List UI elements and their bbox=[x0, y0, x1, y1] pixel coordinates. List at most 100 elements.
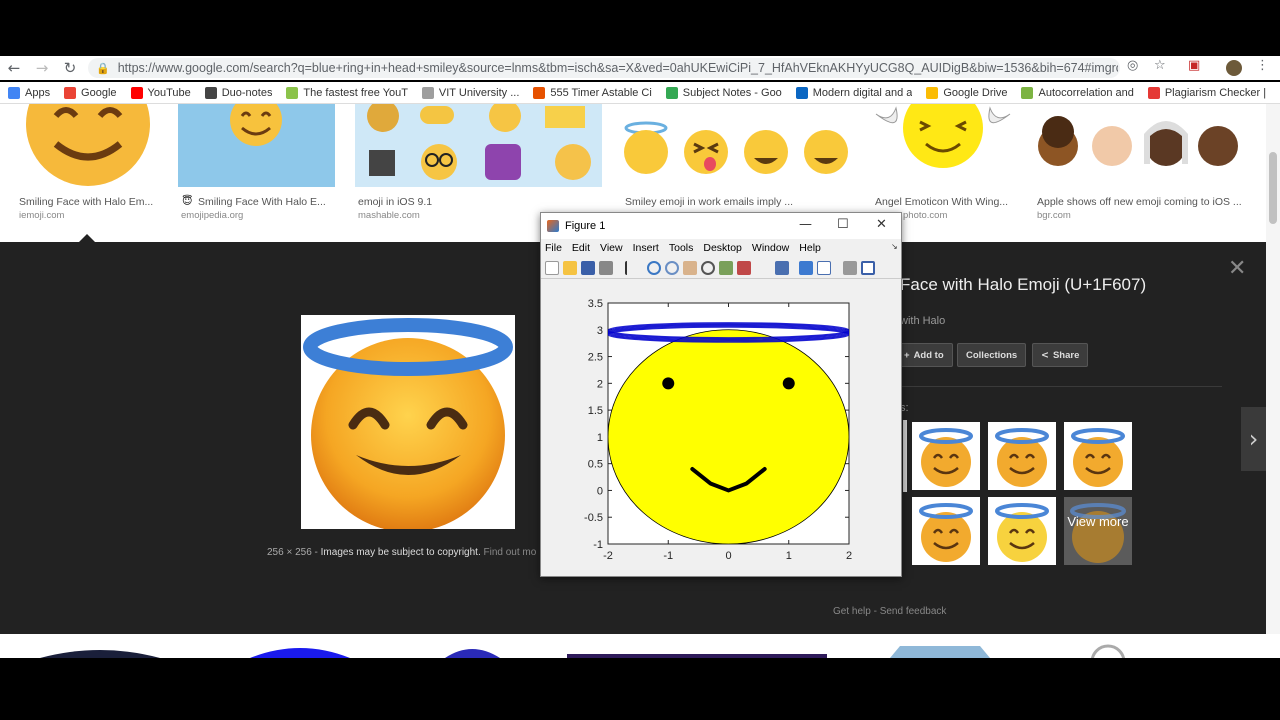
y-tick-label: -0.5 bbox=[584, 512, 603, 524]
zoom-out-icon[interactable] bbox=[665, 261, 679, 275]
figure-menu-help[interactable]: Help bbox=[799, 242, 821, 254]
bookmark-item[interactable]: 555 Timer Astable Ci bbox=[533, 86, 652, 99]
related-image[interactable] bbox=[912, 422, 980, 490]
related-image[interactable] bbox=[988, 497, 1056, 565]
bookmark-label: Autocorrelation and bbox=[1038, 86, 1134, 99]
bookmark-label: Duo-notes bbox=[221, 86, 273, 99]
result-thumb[interactable] bbox=[622, 104, 852, 187]
result-source: emojipedia.org bbox=[181, 210, 244, 221]
extension-icon[interactable]: ▣ bbox=[1188, 58, 1200, 78]
find-out-more-link[interactable]: Find out mo bbox=[484, 547, 537, 558]
legend-icon[interactable] bbox=[817, 261, 831, 275]
angel-smiley-image bbox=[875, 104, 1011, 168]
maximize-icon[interactable]: ☐ bbox=[837, 217, 849, 232]
result-caption[interactable]: emoji in iOS 9.1 bbox=[358, 196, 598, 208]
link-plot-icon[interactable] bbox=[775, 261, 789, 275]
figure-menu-tools[interactable]: Tools bbox=[669, 242, 694, 254]
rotate-3d-icon[interactable] bbox=[701, 261, 715, 275]
smiley-image bbox=[26, 104, 150, 186]
collections-button[interactable]: Collections bbox=[957, 343, 1027, 367]
share-icon: < bbox=[1041, 349, 1049, 361]
bookmark-item[interactable]: Apps bbox=[8, 86, 50, 99]
colorbar-icon[interactable] bbox=[799, 261, 813, 275]
share-button[interactable]: < Share bbox=[1032, 343, 1089, 367]
result-thumb[interactable] bbox=[16, 104, 158, 187]
pan-icon[interactable] bbox=[683, 261, 697, 275]
page-scrollbar-thumb[interactable] bbox=[1269, 152, 1277, 224]
hide-plot-tools-icon[interactable] bbox=[843, 261, 857, 275]
save-icon[interactable] bbox=[581, 261, 595, 275]
open-file-icon[interactable] bbox=[563, 261, 577, 275]
bookmark-item[interactable]: YouTube bbox=[130, 86, 191, 99]
result-thumb[interactable] bbox=[355, 104, 602, 187]
more-results-strip bbox=[0, 634, 1280, 658]
print-icon[interactable] bbox=[599, 261, 613, 275]
result-caption[interactable]: Angel Emoticon With Wing... bbox=[875, 196, 1015, 208]
bookmark-item[interactable]: Modern digital and a bbox=[795, 86, 912, 99]
add-to-button[interactable]: + Add to bbox=[895, 343, 953, 367]
edit-plot-icon[interactable] bbox=[625, 261, 635, 275]
more-results-thumbs bbox=[14, 634, 1126, 658]
bookmark-item[interactable]: Duo-notes bbox=[204, 86, 273, 99]
figure-title-bar[interactable]: Figure 1 — ☐ ✕ bbox=[541, 213, 901, 239]
figure-menu-file[interactable]: File bbox=[545, 242, 562, 254]
halo-smiley-image bbox=[1071, 428, 1125, 487]
view-more-button[interactable]: View more bbox=[1064, 497, 1132, 565]
location-icon[interactable]: ◎ bbox=[1127, 58, 1138, 78]
bookmark-item[interactable]: Google Drive bbox=[926, 86, 1007, 99]
send-feedback-link[interactable]: Send feedback bbox=[880, 606, 947, 617]
new-figure-icon[interactable] bbox=[545, 261, 559, 275]
y-tick-label: 3.5 bbox=[588, 298, 603, 310]
related-image[interactable] bbox=[988, 422, 1056, 490]
result-caption[interactable]: Smiley emoji in work emails imply ... bbox=[625, 196, 855, 208]
x-tick-label: -1 bbox=[663, 550, 673, 562]
result-caption[interactable]: Apple shows off new emoji coming to iOS … bbox=[1037, 196, 1247, 208]
emoji-collage-image bbox=[367, 104, 591, 180]
address-bar[interactable]: 🔒 https://www.google.com/search?q=blue+r… bbox=[88, 58, 1120, 78]
brush-icon[interactable] bbox=[737, 261, 751, 275]
zoom-in-icon[interactable] bbox=[647, 261, 661, 275]
bookmark-item[interactable]: Autocorrelation and bbox=[1021, 86, 1134, 99]
result-caption[interactable]: Smiling Face with Halo Em... bbox=[19, 196, 161, 208]
result-thumb[interactable] bbox=[872, 104, 1014, 187]
bookmarks-bar: Apps Google YouTube Duo-notes The fastest fr… bbox=[0, 82, 1280, 104]
figure-menu-view[interactable]: View bbox=[600, 242, 623, 254]
figure-menu-desktop[interactable]: Desktop bbox=[703, 242, 742, 254]
bookmark-star-icon[interactable]: ☆ bbox=[1154, 58, 1166, 78]
next-image-button[interactable]: › bbox=[1241, 407, 1266, 471]
minimize-icon[interactable]: — bbox=[799, 217, 812, 232]
smiley-image bbox=[230, 104, 282, 146]
related-image[interactable] bbox=[912, 497, 980, 565]
data-cursor-icon[interactable] bbox=[719, 261, 733, 275]
bookmark-item[interactable]: The fastest free YouT bbox=[286, 86, 408, 99]
result-thumb[interactable] bbox=[178, 104, 335, 187]
result-caption[interactable]: Smiling Face With Halo E... bbox=[198, 196, 338, 208]
related-image[interactable] bbox=[1064, 422, 1132, 490]
close-icon[interactable]: ✕ bbox=[1228, 256, 1246, 281]
bookmark-item[interactable]: Plagiarism Checker | bbox=[1147, 86, 1266, 99]
figure-menu-edit[interactable]: Edit bbox=[572, 242, 590, 254]
show-plot-tools-icon[interactable] bbox=[861, 261, 875, 275]
halo-smiley-image bbox=[919, 428, 973, 487]
bookmark-item[interactable]: VIT University ... bbox=[421, 86, 519, 99]
menu-dock-icon[interactable]: ↘ bbox=[891, 242, 898, 251]
forward-icon[interactable]: → bbox=[28, 59, 56, 77]
figure-menu-window[interactable]: Window bbox=[752, 242, 789, 254]
get-help-link[interactable]: Get help bbox=[833, 606, 871, 617]
plot-axes[interactable]: -2 -1 0 1 2-1-0.500.511.522.533.5 bbox=[541, 279, 901, 577]
result-thumb[interactable] bbox=[1034, 104, 1245, 187]
figure-menu-insert[interactable]: Insert bbox=[633, 242, 659, 254]
halo-smiley-image bbox=[995, 428, 1049, 487]
back-icon[interactable]: ← bbox=[0, 59, 28, 77]
bookmark-item[interactable]: Google bbox=[64, 86, 117, 99]
bookmark-label: Google bbox=[81, 86, 117, 99]
bookmark-item[interactable]: Subject Notes - Goo bbox=[665, 86, 782, 99]
panel-title[interactable]: Face with Halo Emoji (U+1F607) bbox=[900, 275, 1146, 295]
reload-icon[interactable]: ↻ bbox=[56, 59, 84, 77]
figure-window[interactable]: Figure 1 — ☐ ✕ File Edit View Insert Tools De… bbox=[540, 212, 902, 577]
bookmark-favicon-icon bbox=[795, 86, 808, 99]
preview-image[interactable] bbox=[301, 315, 515, 532]
avatar[interactable] bbox=[1226, 60, 1242, 76]
menu-icon[interactable]: ⋮ bbox=[1256, 58, 1269, 78]
close-icon[interactable]: ✕ bbox=[876, 217, 887, 232]
